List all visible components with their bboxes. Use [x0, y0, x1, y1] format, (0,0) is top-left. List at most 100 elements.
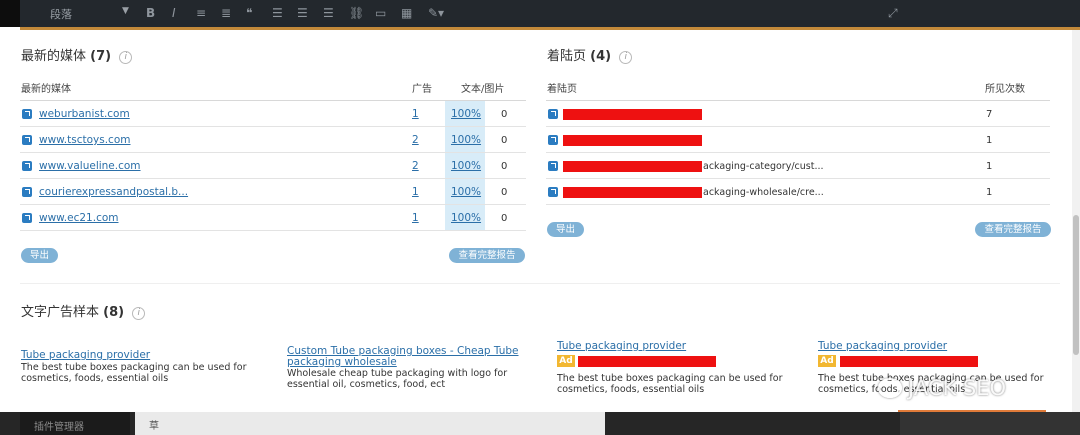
seen-col-header: 所见次数	[985, 84, 1025, 95]
external-link-icon[interactable]	[548, 135, 558, 145]
media-col-header: 最新的媒体	[21, 84, 71, 95]
table-row: www.valueline.com 2 100% 0	[20, 153, 526, 179]
redacted-url	[563, 187, 702, 198]
media-full-report-button[interactable]: 查看完整报告	[449, 248, 525, 263]
table-row: 1	[546, 127, 1050, 153]
ad-title-link[interactable]: Custom Tube packaging boxes - Cheap Tube…	[287, 346, 532, 368]
landing-col-header: 着陆页	[547, 84, 577, 95]
external-link-icon[interactable]	[22, 109, 32, 119]
ad-title-link[interactable]: Tube packaging provider	[557, 341, 797, 352]
media-site-link[interactable]: www.ec21.com	[39, 212, 119, 224]
redacted-url	[563, 161, 702, 172]
ad-description: Wholesale cheap tube packaging with logo…	[287, 368, 508, 390]
redacted-url	[563, 135, 702, 146]
watermark: JACK SEO	[878, 376, 1006, 400]
align-right-icon[interactable]: ☰	[323, 6, 334, 20]
seen-count: 1	[986, 187, 993, 198]
text-percent-link[interactable]: 100%	[451, 134, 481, 146]
wechat-logo-icon	[878, 378, 902, 398]
align-left-icon[interactable]: ☰	[272, 6, 283, 20]
landing-section-title: 着陆页 (4) i	[547, 45, 633, 64]
ads-count-link[interactable]: 1	[412, 108, 419, 120]
landing-count: (4)	[590, 49, 612, 64]
accent-divider	[20, 27, 1080, 30]
bottom-bar: 插件管理器 草	[0, 412, 1080, 435]
bullet-list-icon[interactable]: ≡	[196, 6, 206, 20]
table-row: ackaging-category/cust... 1	[546, 153, 1050, 179]
media-title-text: 最新的媒体	[21, 49, 87, 64]
text-percent-link[interactable]: 100%	[451, 212, 481, 224]
external-link-icon[interactable]	[22, 187, 32, 197]
keyboard-icon[interactable]: ▦	[401, 6, 412, 20]
draft-field[interactable]: 草	[135, 412, 605, 435]
media-count: (7)	[90, 49, 112, 64]
landing-title-text: 着陆页	[547, 49, 587, 64]
table-row: weburbanist.com 1 100% 0	[20, 101, 526, 127]
external-link-icon[interactable]	[22, 213, 32, 223]
align-center-icon[interactable]: ☰	[297, 6, 308, 20]
plugin-manager-tab[interactable]: 插件管理器	[20, 412, 130, 435]
italic-icon[interactable]: I	[172, 6, 176, 20]
numbered-list-icon[interactable]: ≣	[221, 6, 231, 20]
external-link-icon[interactable]	[548, 161, 558, 171]
redacted-url	[840, 356, 978, 367]
redacted-url	[578, 356, 716, 367]
section-divider	[20, 283, 1060, 284]
text-percent-link[interactable]: 100%	[451, 108, 481, 120]
external-link-icon[interactable]	[22, 161, 32, 171]
external-link-icon[interactable]	[548, 187, 558, 197]
landing-full-report-button[interactable]: 查看完整报告	[975, 222, 1051, 237]
table-row: www.tsctoys.com 2 100% 0	[20, 127, 526, 153]
editor-toolbar: 段落 ▼ B I ≡ ≣ ❝ ☰ ☰ ☰ ⛓ ▭ ▦ ✎▾ ⤢	[0, 0, 1080, 27]
table-row: ackaging-wholesale/cre... 1	[546, 179, 1050, 205]
unlink-icon[interactable]: ▭	[375, 6, 386, 20]
text-image-col-header: 文本/图片	[461, 84, 505, 95]
table-row: courierexpressandpostal.b... 1 100% 0	[20, 179, 526, 205]
media-site-link[interactable]: weburbanist.com	[39, 108, 130, 120]
vertical-scrollbar[interactable]	[1072, 30, 1080, 412]
text-percent-link[interactable]: 100%	[451, 160, 481, 172]
external-link-icon[interactable]	[548, 109, 558, 119]
ads-col-header: 广告	[412, 84, 432, 95]
bold-icon[interactable]: B	[146, 6, 155, 20]
media-section-title: 最新的媒体 (7) i	[21, 45, 133, 64]
landing-export-button[interactable]: 导出	[547, 222, 584, 237]
ads-count-link[interactable]: 1	[412, 212, 419, 224]
media-site-link[interactable]: courierexpressandpostal.b...	[39, 186, 188, 198]
redacted-url	[563, 109, 702, 120]
ad-badge: Ad	[557, 355, 575, 367]
ad-badge: Ad	[818, 355, 836, 367]
dropdown-arrow-icon[interactable]: ▼	[122, 6, 129, 16]
info-icon[interactable]: i	[119, 51, 133, 64]
external-link-icon[interactable]	[22, 135, 32, 145]
ads-count-link[interactable]: 1	[412, 186, 419, 198]
image-count: 0	[501, 213, 508, 224]
text-percent-link[interactable]: 100%	[451, 186, 481, 198]
bottom-right-area	[900, 412, 1080, 435]
scrollbar-thumb[interactable]	[1073, 215, 1079, 355]
landing-url-tail[interactable]: ackaging-wholesale/cre...	[703, 187, 824, 198]
ads-count-link[interactable]: 2	[412, 134, 419, 146]
link-icon[interactable]: ⛓	[349, 6, 364, 20]
plugin-manager-label: 插件管理器	[34, 422, 84, 433]
ad-description: The best tube boxes packaging can be use…	[557, 373, 783, 395]
info-icon[interactable]: i	[619, 51, 633, 64]
color-picker-icon[interactable]: ✎▾	[428, 6, 444, 20]
text-ads-title-text: 文字广告样本	[21, 305, 100, 320]
media-site-link[interactable]: www.tsctoys.com	[39, 134, 131, 146]
format-select[interactable]: 段落	[50, 6, 72, 22]
table-row: 7	[546, 101, 1050, 127]
media-export-button[interactable]: 导出	[21, 248, 58, 263]
text-ads-section-title: 文字广告样本 (8) i	[21, 301, 146, 320]
image-count: 0	[501, 187, 508, 198]
text-ads-count: (8)	[103, 305, 125, 320]
toolbar-lead	[0, 0, 20, 27]
blockquote-icon[interactable]: ❝	[246, 6, 252, 20]
ad-title-link[interactable]: Tube packaging provider	[21, 350, 261, 361]
ad-title-link[interactable]: Tube packaging provider	[818, 341, 1038, 352]
media-site-link[interactable]: www.valueline.com	[39, 160, 141, 172]
expand-icon[interactable]: ⤢	[888, 6, 898, 21]
ads-count-link[interactable]: 2	[412, 160, 419, 172]
landing-url-tail[interactable]: ackaging-category/cust...	[703, 161, 824, 172]
info-icon[interactable]: i	[132, 307, 146, 320]
